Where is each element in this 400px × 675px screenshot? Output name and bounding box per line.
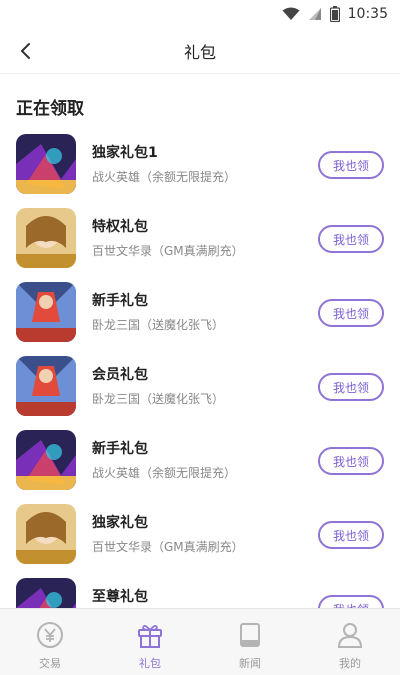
tab-label: 礼包 <box>139 657 161 670</box>
gift-name: 会员礼包 <box>92 367 148 383</box>
gift-name: 新手礼包 <box>92 441 148 457</box>
battery-icon <box>329 6 340 22</box>
game-name: 卧龙三国（送魔化张飞） <box>92 318 225 332</box>
tab-label: 我的 <box>339 657 361 670</box>
game-icon-wolong <box>16 356 76 416</box>
claim-button[interactable]: 我也领 <box>318 447 384 475</box>
status-bar: 10:35 <box>0 0 400 28</box>
game-icon-wolong <box>16 282 76 342</box>
section-title: 正在领取 <box>16 99 84 119</box>
gift-item[interactable]: 新手礼包 卧龙三国（送魔化张飞） 我也领 <box>0 274 400 348</box>
claim-button[interactable]: 我也领 <box>318 299 384 327</box>
tab-news[interactable]: 新闻 <box>200 609 300 675</box>
wifi-icon <box>282 7 300 21</box>
tab-mine[interactable]: 我的 <box>300 609 400 675</box>
back-button[interactable] <box>10 36 40 66</box>
signal-icon <box>308 7 322 21</box>
gift-name: 独家礼包1 <box>92 145 158 161</box>
claim-button[interactable]: 我也领 <box>318 521 384 549</box>
claim-button[interactable]: 我也领 <box>318 151 384 179</box>
game-icon-zhanhuo <box>16 430 76 490</box>
game-name: 战火英雄（余额无限提充） <box>92 170 237 184</box>
gift-name: 独家礼包 <box>92 515 148 531</box>
status-time: 10:35 <box>347 6 388 22</box>
game-icon-baishi <box>16 504 76 564</box>
claim-button[interactable]: 我也领 <box>318 225 384 253</box>
gift-item[interactable]: 独家礼包1 战火英雄（余额无限提充） 我也领 <box>0 126 400 200</box>
gift-list[interactable]: 独家礼包1 战火英雄（余额无限提充） 我也领 特权礼包 百世文华录（GM真满刷充… <box>0 126 400 608</box>
tab-label: 新闻 <box>239 657 261 670</box>
game-name: 百世文华录（GM真满刷充） <box>92 540 244 554</box>
gift-name: 至尊礼包 <box>92 589 148 605</box>
gift-name: 特权礼包 <box>92 219 148 235</box>
claim-button[interactable]: 我也领 <box>318 373 384 401</box>
yen-icon <box>34 619 66 651</box>
gift-item[interactable]: 独家礼包 百世文华录（GM真满刷充） 我也领 <box>0 496 400 570</box>
gift-item[interactable]: 特权礼包 百世文华录（GM真满刷充） 我也领 <box>0 200 400 274</box>
claim-button[interactable]: 我也领 <box>318 595 384 608</box>
nav-bar: 礼包 <box>0 28 400 74</box>
game-icon-zhanhuo <box>16 134 76 194</box>
game-name: 百世文华录（GM真满刷充） <box>92 244 244 258</box>
bottom-tab-bar: 交易 礼包 新闻 我的 <box>0 608 400 675</box>
chevron-left-icon <box>21 43 30 59</box>
user-icon <box>334 619 366 651</box>
tab-gift[interactable]: 礼包 <box>100 609 200 675</box>
gift-item[interactable]: 至尊礼包 我也领 <box>0 570 400 608</box>
game-icon-zhanhuo <box>16 578 76 608</box>
game-name: 卧龙三国（送魔化张飞） <box>92 392 225 406</box>
gift-item[interactable]: 会员礼包 卧龙三国（送魔化张飞） 我也领 <box>0 348 400 422</box>
tab-trade[interactable]: 交易 <box>0 609 100 675</box>
page-title: 礼包 <box>183 42 216 62</box>
game-icon-baishi <box>16 208 76 268</box>
gift-icon <box>134 619 166 651</box>
book-icon <box>234 619 266 651</box>
gift-name: 新手礼包 <box>92 293 148 309</box>
tab-label: 交易 <box>39 657 61 670</box>
gift-item[interactable]: 新手礼包 战火英雄（余额无限提充） 我也领 <box>0 422 400 496</box>
game-name: 战火英雄（余额无限提充） <box>92 466 237 480</box>
